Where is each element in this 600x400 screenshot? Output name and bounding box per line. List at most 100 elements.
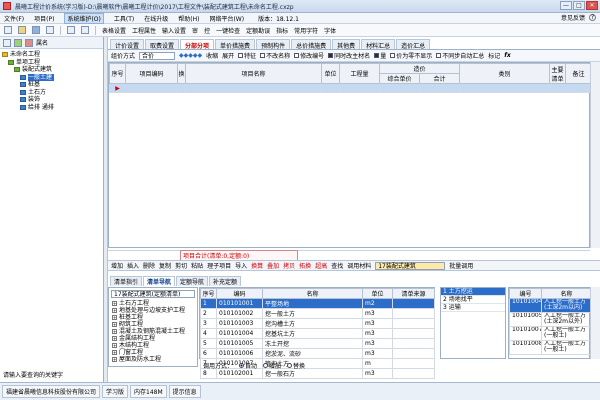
menu-project[interactable]: 项目(P) bbox=[34, 14, 54, 23]
convert-button[interactable]: 换算 bbox=[251, 261, 263, 270]
find-button[interactable]: 查找 bbox=[331, 261, 343, 270]
tree-node[interactable]: 装配式建筑 bbox=[2, 66, 103, 74]
use-material-button[interactable]: 调用材料 bbox=[347, 261, 371, 270]
quantity-toggle[interactable]: 量 bbox=[374, 51, 386, 60]
tree-node[interactable]: + 砌筑工程 bbox=[112, 321, 197, 328]
radio-add[interactable]: 增加 bbox=[263, 361, 281, 370]
tab-total-measures[interactable]: 总价措施费 bbox=[291, 39, 332, 50]
index-button[interactable]: 指标 bbox=[276, 26, 288, 35]
tree-node[interactable]: 桩基 bbox=[2, 81, 103, 89]
col-header-quantity[interactable]: 工程量 bbox=[339, 63, 380, 84]
tree-node[interactable]: + 屋面及防水工程 bbox=[112, 356, 197, 363]
list-item[interactable]: 1 010101001 平整场地 m2 bbox=[200, 298, 435, 309]
feedback-button[interactable]: 意见反馈 bbox=[561, 13, 585, 22]
mark-button[interactable]: 标记 bbox=[488, 51, 500, 60]
collapse-button[interactable]: 收缩 bbox=[206, 51, 218, 60]
table-settings-button[interactable]: 表格设置 bbox=[102, 26, 126, 35]
edit-code-toggle[interactable]: 修改编号 bbox=[294, 51, 324, 60]
tree-node[interactable]: 土石方 bbox=[2, 89, 103, 97]
grid-cell[interactable] bbox=[549, 83, 567, 93]
grid-cell[interactable] bbox=[379, 83, 420, 93]
overheight-button[interactable]: 超高 bbox=[315, 261, 327, 270]
col-header-unit[interactable]: 单位 bbox=[362, 288, 393, 299]
quota-errata-button[interactable]: 定额勘误 bbox=[246, 26, 270, 35]
col-header-name[interactable]: 项目名称 bbox=[185, 63, 322, 84]
list-item[interactable]: 2 010101002 挖一般土方 m3 bbox=[200, 308, 435, 319]
tab-material-summary[interactable]: 材料汇总 bbox=[361, 39, 396, 50]
tab-fee-settings[interactable]: 取费设置 bbox=[145, 39, 180, 50]
tree-node[interactable]: + 门窗工程 bbox=[112, 349, 197, 356]
font-button[interactable]: 字体 bbox=[324, 26, 336, 35]
project-attr-button[interactable]: 工程属性 bbox=[132, 26, 156, 35]
col-header-index[interactable]: 序号 bbox=[200, 288, 217, 299]
tab-quota-nav[interactable]: 定额导航 bbox=[176, 276, 209, 286]
insert-button[interactable]: 插入 bbox=[127, 261, 139, 270]
tree-node[interactable]: + 地基处理与边坡支护工程 bbox=[112, 307, 197, 314]
tab-bill-nav[interactable]: 清单导航 bbox=[143, 276, 176, 286]
grid-cell[interactable] bbox=[185, 83, 322, 93]
expand-convert-button[interactable]: 拓换 bbox=[299, 261, 311, 270]
tree-node[interactable]: + 金属结构工程 bbox=[112, 335, 197, 342]
expand-button[interactable]: 展开 bbox=[222, 51, 234, 60]
col-header-category[interactable]: 类别 bbox=[459, 63, 551, 84]
delete-icon[interactable] bbox=[25, 38, 33, 47]
feature-toggle[interactable]: 特征 bbox=[238, 51, 256, 60]
quota-library-select[interactable]: 17装配式建筑 bbox=[375, 261, 446, 270]
col-header-code[interactable]: 编号 bbox=[509, 288, 542, 299]
tab-sub-items[interactable]: 分部分项 bbox=[180, 39, 215, 50]
nav-arrows-icon[interactable]: ◆◆◆◆◆ bbox=[179, 52, 202, 59]
common-chars-button[interactable]: 常用字符 bbox=[294, 26, 318, 35]
redo-icon[interactable] bbox=[81, 26, 89, 34]
rename-material-toggle[interactable]: 同时改主材名 bbox=[328, 51, 370, 60]
col-header-source[interactable]: 清单来源 bbox=[392, 288, 435, 299]
tab-bill-guide[interactable]: 清单指引 bbox=[110, 276, 143, 286]
quota-scrollbar[interactable] bbox=[590, 287, 600, 359]
paste-button[interactable]: 粘贴 bbox=[191, 261, 203, 270]
control-button[interactable]: 控 bbox=[204, 26, 210, 35]
tree-node[interactable]: + 土石方工程 bbox=[112, 300, 197, 307]
list-item[interactable]: 10101004 人工挖一般土方(土深2m以内) bbox=[509, 298, 592, 313]
maximize-button[interactable]: □ bbox=[573, 1, 585, 10]
grid-cell[interactable] bbox=[339, 83, 380, 93]
col-header-name[interactable]: 名称 bbox=[541, 288, 592, 299]
col-header-unit-price[interactable]: 综合单价 bbox=[379, 73, 420, 84]
list-item[interactable]: 4 010101004 挖基坑土方 m3 bbox=[200, 328, 435, 339]
list-item[interactable]: 3 010101003 挖沟槽土方 m3 bbox=[200, 318, 435, 329]
close-button[interactable]: ✕ bbox=[586, 1, 598, 10]
col-header-swap[interactable]: 换 bbox=[177, 63, 186, 84]
menu-network[interactable]: 网络平台(W) bbox=[209, 14, 244, 23]
col-header-index[interactable]: 序号 bbox=[109, 63, 126, 84]
menu-file[interactable]: 文件(F) bbox=[4, 14, 24, 23]
list-item[interactable]: 5 010101005 冻土开挖 m3 bbox=[200, 338, 435, 349]
bill-library-select[interactable]: 17装配式建筑(定额清单) bbox=[111, 290, 195, 298]
grid-cell[interactable] bbox=[565, 83, 593, 93]
col-header-main[interactable]: 主要清单 bbox=[549, 63, 567, 84]
hint-button[interactable]: 提示信息 bbox=[168, 385, 201, 398]
one-key-check-button[interactable]: 一键检查 bbox=[216, 26, 240, 35]
keep-name-toggle[interactable]: 不改名称 bbox=[260, 51, 290, 60]
undo-icon[interactable] bbox=[67, 26, 75, 34]
overlay-button[interactable]: 叠加 bbox=[267, 261, 279, 270]
search-input[interactable]: 请输入要查询的关键字 bbox=[0, 370, 104, 381]
tree-node[interactable]: + 桩基工程 bbox=[112, 314, 197, 321]
tree-node[interactable]: + 混凝土及钢筋混凝土工程 bbox=[112, 328, 197, 335]
menu-upgrade[interactable]: 在线升级 bbox=[144, 14, 168, 23]
grid-cell[interactable] bbox=[177, 83, 186, 93]
duplicate-button[interactable]: 拷贝 bbox=[283, 261, 295, 270]
table-row[interactable]: ▶ bbox=[109, 83, 593, 93]
col-header-total[interactable]: 合计 bbox=[418, 73, 461, 84]
tab-prefab[interactable]: 预制构件 bbox=[256, 39, 291, 50]
add-icon[interactable] bbox=[14, 38, 22, 47]
tab-other-fees[interactable]: 其他费 bbox=[332, 39, 361, 50]
menu-system[interactable]: 系统维护(O) bbox=[64, 12, 104, 24]
open-icon[interactable] bbox=[18, 26, 26, 34]
menu-help[interactable]: 帮助(H) bbox=[178, 14, 199, 23]
no-auto-sum-toggle[interactable]: 不同步自动汇总 bbox=[436, 51, 484, 60]
tab-pricing-settings[interactable]: 计价设置 bbox=[110, 39, 145, 50]
import-button[interactable]: 导入 bbox=[235, 261, 247, 270]
cut-button[interactable]: 剪切 bbox=[175, 261, 187, 270]
tree-node[interactable]: 一般土建 bbox=[2, 73, 103, 81]
grid-scrollbar[interactable] bbox=[590, 62, 600, 248]
new-icon[interactable] bbox=[4, 26, 12, 34]
list-item[interactable]: 10101008 人工挖一般土方(一般土) bbox=[509, 340, 592, 355]
